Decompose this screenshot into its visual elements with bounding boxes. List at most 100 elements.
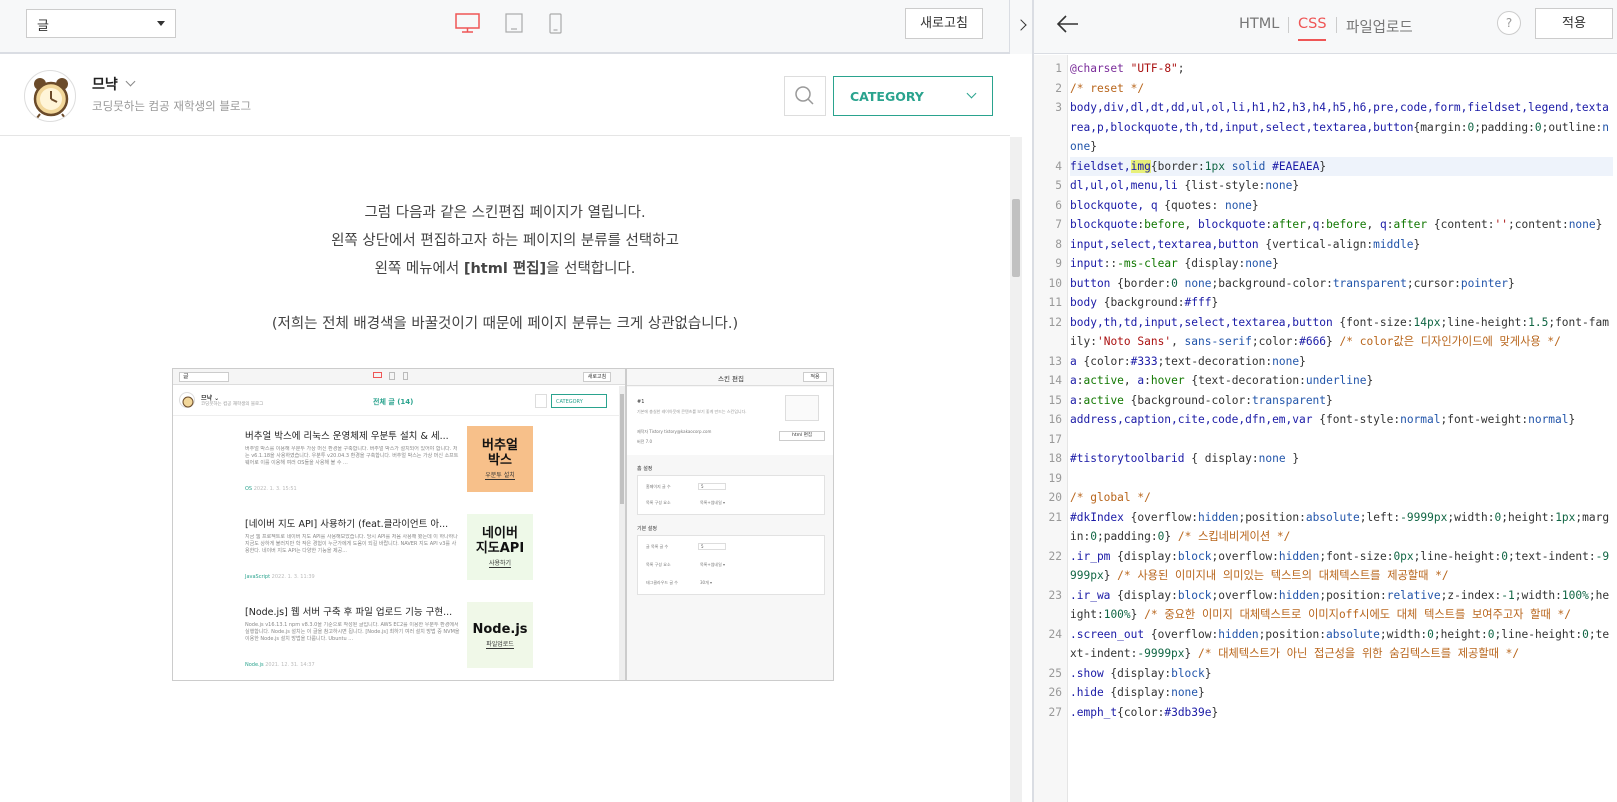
line-number: 12 [1048,315,1062,329]
code-line[interactable]: 27 .emph_t{color:#3db39e} [1049,703,1613,723]
post-date: 2021. 12. 31. 14:37 [265,662,315,668]
page-type-select[interactable]: 글 [26,9,176,38]
tab-file-upload[interactable]: 파일업로드 [1346,16,1413,37]
mini-skin-thumbnail [785,395,819,421]
code-line[interactable]: 8 input,select,textarea,button {vertical-… [1055,235,1613,255]
post-title: 버추얼 박스에 리눅스 운영체제 우분투 설치 & 세... [245,431,449,442]
code-line[interactable]: 26 .hide {display:none} [1049,683,1613,703]
preview-pane: 글 새로고침 므냑 코딩뭇하는 컴공 재학생의 블로그 CATEGORY 그럼 … [0,0,1032,802]
mini-setting-label: 목록 구성 요소 [646,562,671,567]
code-line[interactable]: 11 body {background:#fff} [1049,293,1613,313]
code-text: button {border:0 none;background-color:t… [1070,276,1515,290]
line-number: 21 [1048,510,1062,524]
mobile-view-icon[interactable] [549,13,562,34]
code-text: a:active {background-color:transparent} [1070,393,1333,407]
css-editor[interactable]: 1 @charset "UTF-8"; 2 /* reset */ 3 body,div,… [1034,55,1617,802]
list-item: [Node.js] 웹 서버 구축 후 파일 업로드 기능 구현... Node… [245,602,615,680]
code-text: /* global */ [1070,491,1151,504]
post-category: Node.js [245,662,264,668]
thumbnail-subtitle: 파일업로드 [486,640,514,649]
code-line[interactable]: 5 dl,ul,ol,menu,li {list-style:none} [1055,176,1613,196]
line-number: 22 [1048,549,1062,563]
thumbnail-title: 버추얼 박스 [482,438,518,468]
code-text: .hide {display:none} [1070,686,1205,699]
avatar[interactable] [24,70,76,122]
code-text: input::-ms-clear {display:none} [1070,257,1279,270]
code-text: #dkIndex {overflow:hidden;position:absol… [1070,510,1610,544]
code-lines[interactable]: 1 @charset "UTF-8"; 2 /* reset */ 3 body,div,… [1049,59,1613,723]
code-line[interactable]: 3 body,div,dl,dt,dd,ul,ol,li,h1,h2,h3,h4,… [1055,98,1613,157]
post-meta: Node.js 2021. 12. 31. 14:37 [245,662,315,668]
mini-setting-value: 목록+썸네일 ▾ [700,500,726,505]
line-number: 18 [1048,452,1062,465]
code-text: body,th,td,input,select,textarea,button … [1070,315,1609,349]
code-line[interactable]: 14 a:active, a:hover {text-decoration:und… [1049,371,1613,391]
desktop-view-icon[interactable] [455,13,480,33]
mini-setting-input: 5 [698,483,726,490]
code-line[interactable]: 15 a:active {background-color:transparent… [1049,391,1613,411]
code-text: .ir_pm {display:block;overflow:hidden;fo… [1070,549,1610,583]
tab-css[interactable]: CSS [1298,16,1327,32]
mini-blog-header: 므냑 ⌄ 코딩뭇하는 컴공 재학생의 블로그 전체 글 (14) CATEGOR… [173,386,625,416]
article-bold-text: [html 편집] [463,261,547,277]
code-line[interactable]: 20 /* global */ [1049,488,1613,508]
line-number: 27 [1048,705,1062,719]
blog-header: 므냑 코딩뭇하는 컴공 재학생의 블로그 CATEGORY [0,54,1010,136]
article-line: 왼쪽 상단에서 편집하고자 하는 페이지의 분류를 선택하고 [331,233,679,249]
tablet-view-icon[interactable] [505,13,523,33]
article-line: 그럼 다음과 같은 스킨편집 페이지가 열립니다. [364,205,646,221]
code-line[interactable]: 18 #tistorytoolbarid { display:none } [1049,449,1613,469]
mini-skin-desc: 기본에 충실한 레이아웃에 콘텐츠를 보기 좋게 만드는 스킨입니다. [637,409,747,414]
help-button[interactable]: ? [1497,11,1521,35]
code-line[interactable]: 19 [1049,469,1613,489]
code-line[interactable]: 22 .ir_pm {display:block;overflow:hidden;… [1049,547,1613,586]
code-line[interactable]: 2 /* reset */ [1055,79,1613,99]
code-line[interactable]: 10 button {border:0 none;background-color… [1049,274,1613,294]
line-number: 8 [1055,237,1062,251]
code-line[interactable]: 1 @charset "UTF-8"; [1055,59,1613,79]
code-line[interactable]: 17 [1049,430,1613,450]
chevron-right-icon [1015,19,1027,31]
code-line[interactable]: 21 #dkIndex {overflow:hidden;position:abs… [1049,508,1613,547]
code-text: body {background:#fff} [1070,296,1219,309]
code-line[interactable]: 13 a {color:#333;text-decoration:none} [1049,352,1613,372]
line-number: 10 [1048,276,1062,290]
thumbnail-title: Node.js [472,621,528,637]
chevron-down-icon[interactable] [125,76,136,87]
mini-preview-pane: 글 새로고침 므냑 ⌄ 코딩뭇하는 컴공 재학생의 블로그 전체 글 (14) … [173,369,625,680]
refresh-button[interactable]: 새로고침 [905,8,983,39]
article-line: (저희는 전체 배경색을 바꿀것이기 때문에 페이지 분류는 크게 상관없습니다… [271,316,739,332]
post-excerpt: 버추얼 박스를 이용해 우분투 가상 머신 환경을 구축합니다. 버추얼 박스가… [245,446,459,466]
tab-html[interactable]: HTML [1239,16,1279,32]
back-arrow-icon[interactable] [1056,14,1080,34]
chevron-down-icon [157,21,165,26]
code-line[interactable]: 4 fieldset,img{border:1px solid #EAEAEA} [1055,156,1613,176]
code-line[interactable]: 23 .ir_wa {display:block;overflow:hidden;… [1049,586,1613,625]
mini-setting-input: 5 [698,543,726,550]
search-icon [795,86,814,105]
code-line[interactable]: 16 address,caption,cite,code,dfn,em,var {… [1049,410,1613,430]
code-line[interactable]: 6 blockquote, q {quotes: none} [1055,196,1613,216]
blog-search-button[interactable] [784,76,826,116]
scroll-thumb[interactable] [1012,199,1020,277]
category-dropdown[interactable]: CATEGORY [833,76,993,116]
line-number: 11 [1048,296,1062,309]
mini-setting-value: 30개 ▾ [700,580,713,585]
post-excerpt: 지금 웹 프로젝트로 네이버 지도 API를 사용해보았습니다. 당시 API를… [245,534,458,554]
blog-name[interactable]: 므냑 [92,74,118,94]
line-number: 4 [1055,159,1062,173]
preview-scrollbar[interactable] [1010,137,1022,802]
code-line[interactable]: 25 .show {display:block} [1049,664,1613,684]
code-line[interactable]: 9 input::-ms-clear {display:none} [1055,254,1613,274]
code-line[interactable]: 12 body,th,td,input,select,textarea,butto… [1049,313,1613,352]
desktop-view-icon [373,372,382,378]
mini-setting-label: 홈페이지 글 수 [646,484,671,489]
apply-button[interactable]: 적용 [1535,8,1613,39]
collapse-panel-button[interactable] [1009,0,1032,54]
code-line[interactable]: 24 .screen_out {overflow:hidden;position:… [1049,625,1613,664]
line-number: 1 [1055,62,1062,75]
code-line[interactable]: 7 blockquote:before, blockquote:after,q:b… [1055,215,1613,235]
alarm-clock-icon [182,396,194,408]
